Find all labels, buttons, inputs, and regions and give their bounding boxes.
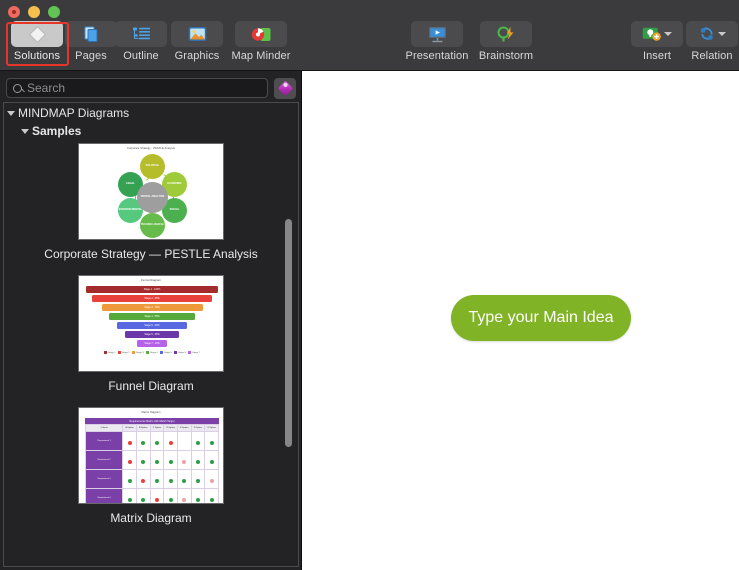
outline-icon-container [115, 21, 167, 47]
tree-item-mindmap-diagrams[interactable]: MINDMAP Diagrams [4, 105, 298, 121]
pestle-node-political: POLITICAL [140, 154, 165, 179]
pages-icon-container [65, 21, 117, 47]
search-input[interactable] [27, 81, 261, 95]
list-item[interactable]: Corporate Strategy - PESTLE Analysis POL… [4, 143, 298, 261]
funnel-bar: Stage 4 - 55% [109, 313, 195, 320]
table-row: Requirement 1 [84, 430, 219, 451]
toolbar-button-relation[interactable]: Relation [686, 21, 738, 62]
mindmap-canvas[interactable]: Type your Main Idea [302, 71, 739, 570]
legend-entry: Stage 6 [174, 351, 186, 354]
image-icon [188, 27, 206, 41]
brainstorm-icon [497, 26, 514, 41]
matrix-table: Criteria A Option B Option C Option D Op… [84, 424, 219, 503]
toolbar-label-pages: Pages [75, 50, 107, 62]
toolbar-label-graphics: Graphics [174, 50, 220, 62]
toolbar-buttons: Solutions Pages Outline Graphics Map Min… [0, 21, 739, 71]
list-item[interactable]: Funnel Diagram Stage 1 - 100% Stage 2 - … [4, 275, 298, 393]
toolbar-button-graphics[interactable]: Graphics [169, 21, 225, 62]
legend-entry: Stage 2 [118, 351, 130, 354]
minimize-button[interactable] [28, 6, 40, 18]
table-row: Requirement 4 [84, 487, 219, 503]
funnel-bar: Stage 6 - 25% [125, 331, 179, 338]
presentation-icon [428, 26, 446, 42]
tree-item-label: Samples [32, 124, 82, 138]
legend-entry: Stage 5 [160, 351, 172, 354]
window-controls [8, 6, 60, 18]
diamond-icon [27, 24, 47, 44]
toolbar-button-brainstorm[interactable]: Brainstorm [470, 21, 542, 62]
tree-item-label: MINDMAP Diagrams [18, 106, 130, 120]
funnel-legend: Stage 1 Stage 2 Stage 3 Stage 4 Stage 5 … [79, 351, 223, 354]
tree-item-samples[interactable]: Samples [4, 123, 298, 139]
toolbar: Solutions Pages Outline Graphics Map Min… [0, 0, 739, 71]
toolbar-label-relation: Relation [691, 50, 733, 62]
funnel-bar: Stage 1 - 100% [86, 286, 218, 293]
funnel-diagram: Stage 1 - 100% Stage 2 - 85% Stage 3 - 7… [79, 282, 223, 370]
legend-entry: Stage 7 [188, 351, 200, 354]
insert-icon-container [631, 21, 683, 47]
map-minder-icon [251, 27, 271, 41]
zoom-button[interactable] [48, 6, 60, 18]
table-row: Requirement 3 [84, 468, 219, 489]
relation-arrows-icon [700, 27, 713, 40]
insert-idea-icon [642, 27, 661, 41]
thumbnail-caption: Matrix Diagram [110, 511, 192, 525]
chevron-down-icon[interactable] [664, 32, 672, 36]
pestle-node-technological: TECHNO LOGICAL [140, 213, 165, 238]
search-row [0, 75, 302, 101]
legend-entry: Stage 1 [104, 351, 116, 354]
sidebar: MINDMAP Diagrams Samples Corporate Strat… [0, 71, 302, 570]
toolbar-label-outline: Outline [123, 50, 159, 62]
graphics-icon-container [171, 21, 223, 47]
search-icon [13, 83, 22, 93]
matrix-diagram: Requirements Matrix with Match Target Cr… [79, 414, 223, 503]
toolbar-button-map-minder[interactable]: Map Minder [223, 21, 299, 62]
presentation-icon-container [411, 21, 463, 47]
funnel-bar: Stage 3 - 70% [101, 304, 203, 311]
table-row: Requirement 2 [84, 449, 219, 470]
thumbnail-funnel[interactable]: Funnel Diagram Stage 1 - 100% Stage 2 - … [78, 275, 224, 372]
brainstorm-icon-container [480, 21, 532, 47]
chevron-down-icon[interactable] [718, 32, 726, 36]
close-button[interactable] [8, 6, 20, 18]
toolbar-button-solutions[interactable]: Solutions [9, 21, 65, 62]
solutions-icon-container [11, 21, 63, 47]
toolbar-button-presentation[interactable]: Presentation [399, 21, 475, 62]
toolbar-label-presentation: Presentation [405, 50, 469, 62]
toolbar-button-insert[interactable]: Insert [631, 21, 683, 62]
thumbnail-caption: Corporate Strategy — PESTLE Analysis [44, 247, 258, 261]
relation-icon-container [686, 21, 738, 47]
solutions-tree: MINDMAP Diagrams Samples Corporate Strat… [3, 102, 299, 567]
disclosure-triangle-icon[interactable] [7, 110, 15, 116]
thumbnail-caption: Funnel Diagram [108, 379, 194, 393]
legend-entry: Stage 3 [132, 351, 144, 354]
toolbar-label-brainstorm: Brainstorm [478, 50, 534, 62]
toolbar-label-solutions: Solutions [13, 50, 61, 62]
thumbnail-list: Corporate Strategy - PESTLE Analysis POL… [4, 143, 298, 525]
list-item[interactable]: Matrix Diagram Requirements Matrix with … [4, 407, 298, 525]
thumbnail-matrix[interactable]: Matrix Diagram Requirements Matrix with … [78, 407, 224, 504]
scrollbar-thumb[interactable] [285, 219, 292, 447]
toolbar-label-map-minder: Map Minder [231, 50, 291, 62]
map-minder-icon-container [235, 21, 287, 47]
toolbar-button-outline[interactable]: Outline [113, 21, 169, 62]
funnel-bar: Stage 2 - 85% [92, 295, 212, 302]
search-box[interactable] [6, 78, 268, 98]
outline-icon [132, 27, 150, 40]
main-idea-node[interactable]: Type your Main Idea [451, 295, 631, 341]
pestle-diagram: POLITICAL ECONOMIC SOCIAL TECHNO LOGICAL [79, 150, 223, 238]
toolbar-label-insert: Insert [642, 50, 672, 62]
pestle-node-center: PESTEL ANALYSIS [137, 182, 168, 213]
app-window: Solutions Pages Outline Graphics Map Min… [0, 0, 739, 570]
sidebar-scrollbar[interactable] [283, 104, 294, 566]
filter-gem-icon [277, 80, 293, 96]
pages-icon [84, 26, 98, 42]
legend-entry: Stage 4 [146, 351, 158, 354]
funnel-bar: Stage 5 - 40% [117, 322, 187, 329]
thumbnail-pestle[interactable]: Corporate Strategy - PESTLE Analysis POL… [78, 143, 224, 240]
disclosure-triangle-icon[interactable] [21, 128, 29, 134]
toolbar-button-pages[interactable]: Pages [63, 21, 119, 62]
filter-button[interactable] [274, 77, 296, 99]
funnel-bar: Stage 7 - 10% [137, 340, 167, 347]
